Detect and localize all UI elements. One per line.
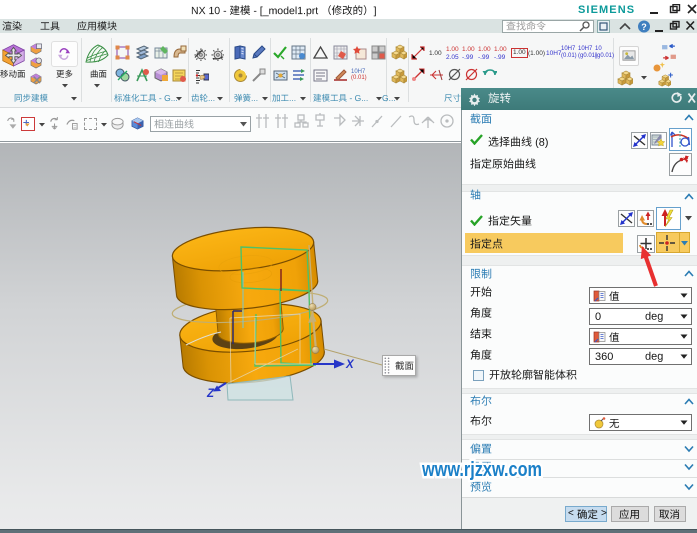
svg-text:Z: Z [206, 388, 215, 400]
svg-text:www.rjzxw.com: www.rjzxw.com [421, 459, 542, 481]
svg-text:X: X [345, 359, 355, 371]
svg-text:?: ? [641, 22, 647, 32]
